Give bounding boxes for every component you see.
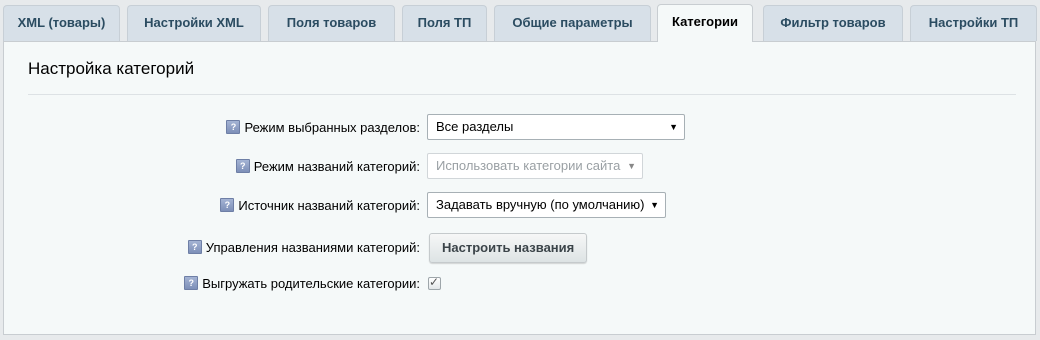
chevron-down-icon: ▼ [669,122,678,132]
help-icon[interactable]: ? [235,159,250,173]
chevron-down-icon: ▼ [650,200,659,210]
names-source-select[interactable]: Задавать вручную (по умолчанию) ▼ [427,192,666,218]
names-source-label: ? Источник названий категорий: [220,192,420,220]
help-icon[interactable]: ? [226,120,241,134]
export-parents-label: ? Выгружать родительские категории: [184,270,420,298]
row-names-mode: ? Режим названий категорий: Использовать … [4,153,1037,181]
settings-panel: Настройка категорий ? Режим выбранных раз… [3,41,1036,335]
sections-mode-select[interactable]: Все разделы ▼ [427,114,685,140]
tab-product-filter[interactable]: Фильтр товаров [763,5,903,41]
export-parents-checkbox[interactable]: ✓ [428,275,441,290]
help-icon[interactable]: ? [187,240,202,254]
row-names-manage: ? Управления названиями категорий: Настро… [4,233,1037,264]
tab-xml-settings[interactable]: Настройки XML [127,5,261,41]
names-manage-label: ? Управления названиями категорий: [187,234,420,262]
chevron-down-icon: ▼ [627,161,636,171]
tab-xml-goods[interactable]: XML (товары) [3,5,120,41]
tab-bar: XML (товары) Настройки XML Поля товаров … [0,0,1040,42]
panel-title: Настройка категорий [28,59,195,78]
check-icon: ✓ [429,275,440,289]
row-names-source: ? Источник названий категорий: Задавать в… [4,192,1037,220]
names-mode-label: ? Режим названий категорий: [235,153,420,181]
tab-offer-fields[interactable]: Поля ТП [402,5,487,41]
tab-categories[interactable]: Категории [657,4,753,42]
configure-names-button[interactable]: Настроить названия [429,233,588,263]
help-icon[interactable]: ? [220,198,235,212]
sections-mode-label: ? Режим выбранных разделов: [226,114,420,142]
row-sections-mode: ? Режим выбранных разделов: Все разделы ▼ [4,114,1037,142]
help-icon[interactable]: ? [184,276,199,290]
tab-product-fields[interactable]: Поля товаров [268,5,395,41]
names-mode-select: Использовать категории сайта ▼ [427,153,643,179]
tab-offer-settings[interactable]: Настройки ТП [910,5,1037,41]
row-export-parents: ? Выгружать родительские категории: ✓ [4,270,1037,298]
tab-general-params[interactable]: Общие параметры [494,5,651,41]
title-divider [28,94,1016,95]
